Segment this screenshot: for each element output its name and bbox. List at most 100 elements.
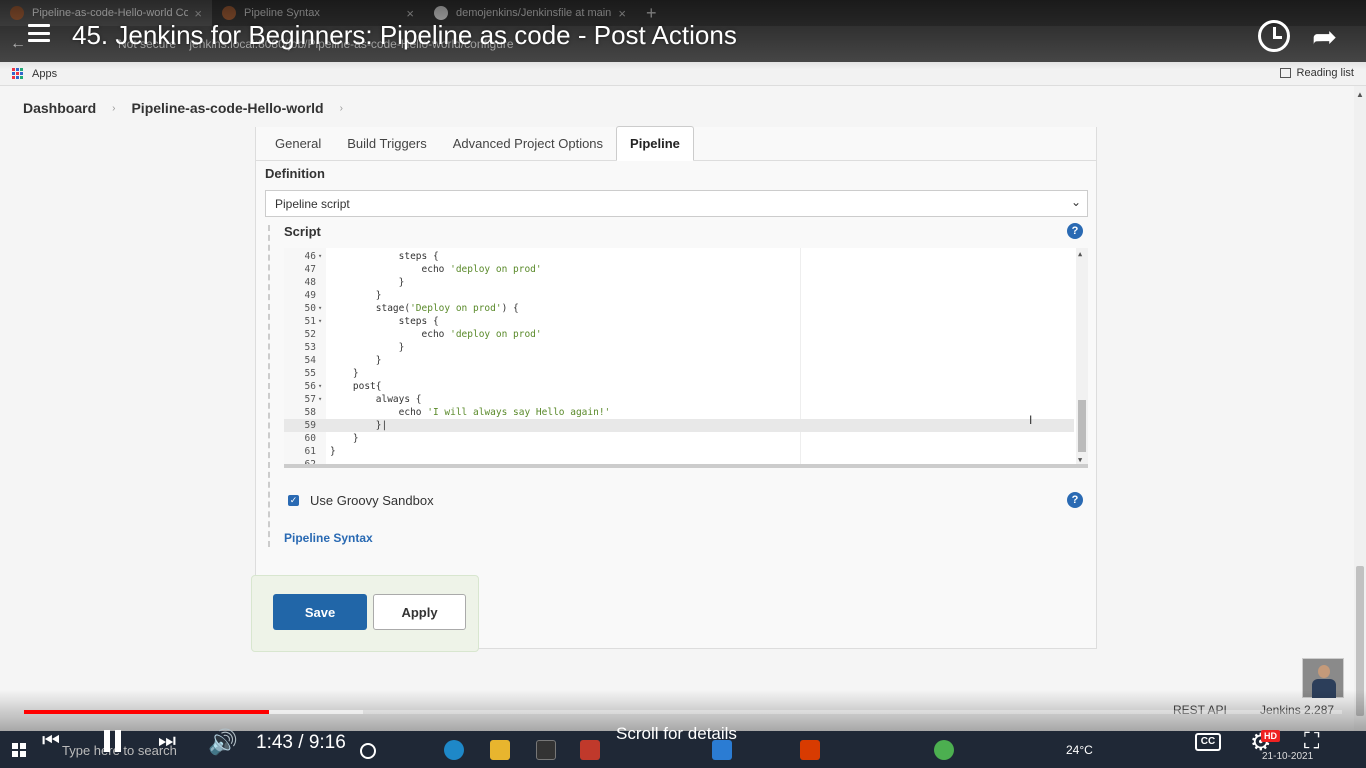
code-line[interactable]: 47 echo 'deploy on prod': [284, 263, 1074, 276]
code-line[interactable]: 50 ▾ stage('Deploy on prod') {: [284, 302, 1074, 315]
fold-toggle-icon[interactable]: ▾: [318, 393, 322, 406]
jenkins-favicon-icon: [10, 6, 24, 20]
apply-button[interactable]: Apply: [373, 594, 466, 630]
sandbox-help-icon[interactable]: ?: [1067, 492, 1083, 508]
scroll-for-details[interactable]: Scroll for details: [616, 724, 737, 744]
code-text: }: [330, 446, 336, 457]
tab-advanced-project-options[interactable]: Advanced Project Options: [440, 127, 616, 160]
groovy-sandbox-label: Use Groovy Sandbox: [310, 493, 434, 508]
code-text: }: [330, 342, 405, 353]
line-number: 59: [304, 420, 316, 431]
clock-icon[interactable]: [1258, 20, 1290, 52]
groovy-sandbox-checkbox[interactable]: ✓: [288, 495, 299, 506]
code-text: post{: [330, 381, 382, 392]
job-config-panel: General Build Triggers Advanced Project …: [255, 126, 1097, 649]
code-line[interactable]: 52 echo 'deploy on prod': [284, 328, 1074, 341]
code-line[interactable]: 51 ▾ steps {: [284, 315, 1074, 328]
tab-close-icon[interactable]: ×: [618, 6, 626, 21]
tab-pipeline[interactable]: Pipeline: [616, 126, 694, 161]
tab-close-icon[interactable]: ×: [194, 6, 202, 21]
code-line[interactable]: 53 }: [284, 341, 1074, 354]
fold-toggle-icon[interactable]: ▾: [318, 380, 322, 393]
code-line[interactable]: 49 }: [284, 289, 1074, 302]
script-label: Script: [284, 224, 321, 239]
save-button[interactable]: Save: [273, 594, 367, 630]
code-text: }|: [330, 420, 388, 431]
line-number: 56: [304, 381, 316, 392]
prev-icon[interactable]: ⏮: [42, 730, 60, 753]
video-title[interactable]: 45. Jenkins for Beginners: Pipeline as c…: [72, 20, 737, 51]
line-number: 51: [304, 316, 316, 327]
code-line[interactable]: 55 }: [284, 367, 1074, 380]
code-text: }: [330, 290, 382, 301]
tab-general[interactable]: General: [262, 127, 334, 160]
back-icon[interactable]: ←: [10, 35, 26, 53]
editor-scroll-up-icon[interactable]: ▲: [1078, 250, 1082, 258]
apps-bookmark[interactable]: Apps: [32, 68, 57, 80]
scroll-up-icon[interactable]: ▲: [1356, 90, 1364, 99]
code-text: steps {: [330, 316, 439, 327]
volume-icon[interactable]: 🔊: [208, 728, 238, 757]
editor-scroll-down-icon[interactable]: ▼: [1078, 456, 1082, 464]
line-number: 54: [304, 355, 316, 366]
code-line[interactable]: 61}: [284, 445, 1074, 458]
line-number: 49: [304, 290, 316, 301]
line-number: 53: [304, 342, 316, 353]
code-line[interactable]: 46 ▾ steps {: [284, 250, 1074, 263]
editor-scrollbar[interactable]: ▲ ▼: [1076, 248, 1088, 464]
github-favicon-icon: [434, 6, 448, 20]
form-button-bar: Save Apply: [251, 575, 479, 652]
groovy-sandbox-option[interactable]: ✓ Use Groovy Sandbox: [288, 493, 434, 508]
fold-toggle-icon[interactable]: ▾: [318, 315, 322, 328]
code-string: 'deploy on prod': [450, 329, 542, 340]
page-scrollbar[interactable]: ▲: [1354, 86, 1366, 731]
script-editor[interactable]: 46 ▾ steps {47 echo 'deploy on prod' 48 } 4…: [284, 248, 1088, 468]
page-scrollbar-thumb[interactable]: [1356, 566, 1364, 716]
pause-icon[interactable]: [102, 730, 124, 752]
line-number: 48: [304, 277, 316, 288]
chevron-down-icon: ⌄: [1070, 195, 1081, 209]
section-guide-line: [268, 225, 270, 547]
script-help-icon[interactable]: ?: [1067, 223, 1083, 239]
video-progress-played: [24, 710, 270, 714]
code-line[interactable]: 56 ▾ post{: [284, 380, 1074, 393]
code-line[interactable]: 62: [284, 458, 1074, 464]
definition-select[interactable]: Pipeline script ⌄: [265, 190, 1088, 217]
definition-select-value: Pipeline script: [275, 197, 350, 211]
menu-icon[interactable]: [28, 24, 50, 42]
tab-close-icon[interactable]: ×: [406, 6, 414, 21]
video-progress-bar[interactable]: [24, 710, 1342, 714]
tab-label: Pipeline Syntax: [244, 7, 320, 19]
editor-scrollbar-thumb[interactable]: [1078, 400, 1086, 452]
code-line[interactable]: 60 }: [284, 432, 1074, 445]
reading-list-label: Reading list: [1296, 67, 1354, 79]
line-number: 61: [304, 446, 316, 457]
apps-grid-icon[interactable]: [12, 67, 24, 80]
tab-label: Pipeline-as-code-Hello-world Co: [32, 7, 189, 19]
code-line[interactable]: 48 }: [284, 276, 1074, 289]
share-icon[interactable]: ➦: [1312, 20, 1337, 55]
reading-list-button[interactable]: Reading list: [1279, 67, 1354, 79]
text-cursor-icon: I: [1029, 413, 1033, 427]
breadcrumb-separator-icon: ›: [112, 102, 116, 114]
fold-toggle-icon[interactable]: ▾: [318, 250, 322, 263]
tab-build-triggers[interactable]: Build Triggers: [334, 127, 439, 160]
code-line[interactable]: 54 }: [284, 354, 1074, 367]
pipeline-syntax-link[interactable]: Pipeline Syntax: [284, 531, 373, 545]
breadcrumb-dashboard[interactable]: Dashboard: [23, 100, 96, 116]
fullscreen-icon[interactable]: ⛶: [1304, 728, 1319, 754]
code-text: always {: [330, 394, 422, 405]
config-tabs: General Build Triggers Advanced Project …: [256, 126, 1096, 161]
code-line[interactable]: 58 echo 'I will always say Hello again!': [284, 406, 1074, 419]
code-line[interactable]: 57 ▾ always {: [284, 393, 1074, 406]
breadcrumb-separator-icon[interactable]: ›: [340, 103, 343, 114]
line-number: 60: [304, 433, 316, 444]
next-icon[interactable]: ⏭: [158, 730, 176, 753]
fold-toggle-icon[interactable]: ▾: [318, 302, 322, 315]
video-player-controls: ⏮ ⏭ 🔊 1:43 / 9:16 Scroll for details CC …: [0, 724, 1366, 760]
code-line[interactable]: 59 }|: [284, 419, 1074, 432]
cc-icon[interactable]: CC: [1195, 733, 1221, 751]
line-number: 58: [304, 407, 316, 418]
line-number: 55: [304, 368, 316, 379]
breadcrumb-job[interactable]: Pipeline-as-code-Hello-world: [131, 100, 323, 116]
